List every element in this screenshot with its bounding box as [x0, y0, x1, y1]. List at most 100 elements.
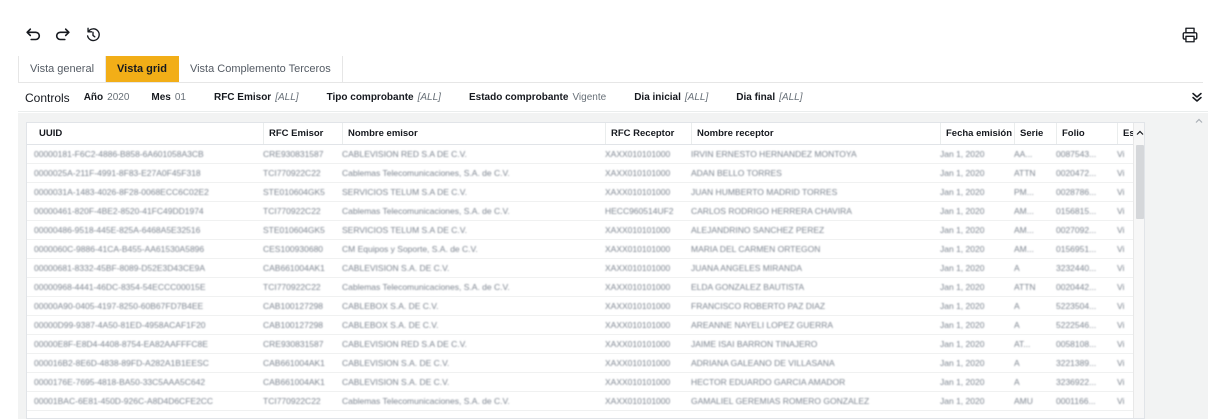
cell-uuid: 00001BAC-6E81-450D-926C-A8D4D6CFE2CC	[34, 396, 214, 406]
cell-rfc-receptor: XAXX010101000	[605, 282, 671, 292]
tab-vista-grid[interactable]: Vista grid	[106, 56, 179, 82]
column-header-nombre-receptor[interactable]: Nombre receptor	[691, 123, 937, 144]
cell-folio: 5222546...	[1056, 320, 1097, 330]
control-estado-comprobante[interactable]: Estado comprobante Vigente	[469, 92, 606, 103]
cell-rfc-receptor: XAXX010101000	[605, 263, 671, 273]
cell-nombre-emisor: CABLEVISION RED S.A DE C.V.	[342, 339, 467, 349]
control-value: 2020	[107, 92, 130, 103]
print-icon[interactable]	[1179, 24, 1201, 46]
cell-rfc-emisor: CAB661004AK1	[263, 358, 325, 368]
cell-nombre-receptor: CARLOS RODRIGO HERRERA CHAVIRA	[691, 206, 852, 216]
table-row[interactable]: 00000D99-9387-4A50-81ED-4958ACAF1F20 CAB1…	[27, 316, 1133, 335]
cell-nombre-receptor: JUANA ANGELES MIRANDA	[691, 263, 803, 273]
cell-serie: A	[1014, 377, 1020, 387]
scroll-up-icon[interactable]	[1136, 129, 1144, 137]
control-dia-inicial[interactable]: Dia inicial [ALL]	[634, 92, 708, 103]
cell-rfc-emisor: TCI770922C22	[263, 206, 321, 216]
cell-uuid: 00000968-4441-46DC-8354-54ECCC00015E	[34, 282, 206, 292]
cell-nombre-emisor: Cablemas Telecomunicaciones, S.A. de C.V…	[342, 168, 510, 178]
table-row[interactable]: 0000025A-211F-4991-8F83-E27A0F45F318 TCI7…	[27, 164, 1133, 183]
column-header-uuid[interactable]: UUID	[34, 123, 262, 144]
cell-rfc-receptor: XAXX010101000	[605, 149, 671, 159]
control-tipo-comprobante[interactable]: Tipo comprobante [ALL]	[327, 92, 441, 103]
table-row[interactable]: 00000968-4441-46DC-8354-54ECCC00015E TCI7…	[27, 278, 1133, 297]
scroll-up-icon[interactable]	[1195, 117, 1203, 125]
tab-vista-complemento-terceros[interactable]: Vista Complemento Terceros	[179, 56, 343, 82]
cell-serie: AM...	[1014, 225, 1034, 235]
cell-nombre-receptor: FRANCISCO ROBERTO PAZ DIAZ	[691, 301, 826, 311]
cell-serie: AT...	[1014, 339, 1031, 349]
cell-rfc-receptor: XAXX010101000	[605, 320, 671, 330]
column-header-rfc-receptor[interactable]: RFC Receptor	[605, 123, 687, 144]
column-header-rfc-emisor[interactable]: RFC Emisor	[263, 123, 340, 144]
control-mes[interactable]: Mes 01	[151, 92, 186, 103]
cell-folio: 0087543...	[1056, 149, 1097, 159]
table-row[interactable]: 00000181-F6C2-4886-B858-6A601058A3CB CRE9…	[27, 145, 1133, 164]
cell-nombre-emisor: Cablemas Telecomunicaciones, S.A. de C.V…	[342, 396, 510, 406]
cell-fecha-emision: Jan 1, 2020	[940, 263, 985, 273]
column-header-folio[interactable]: Folio	[1056, 123, 1116, 144]
cell-uuid: 0000060C-9886-41CA-B455-AA61530A5896	[34, 244, 205, 254]
control-ano[interactable]: Año 2020	[84, 92, 130, 103]
cell-fecha-emision: Jan 1, 2020	[940, 282, 985, 292]
cell-serie: A	[1014, 263, 1020, 273]
cell-rfc-emisor: CES100930680	[263, 244, 324, 254]
cell-serie: A	[1014, 358, 1020, 368]
cell-serie: AA...	[1014, 149, 1033, 159]
cell-nombre-receptor: MARIA DEL CARMEN ORTEGON	[691, 244, 821, 254]
cell-fecha-emision: Jan 1, 2020	[940, 377, 985, 387]
table-row[interactable]: 00000461-820F-4BE2-8520-41FC49DD1974 TCI7…	[27, 202, 1133, 221]
cell-nombre-receptor: GAMALIEL GEREMIAS ROMERO GONZALEZ	[691, 396, 870, 406]
table-row[interactable]: 0000176E-7695-4818-BA50-33C5AAA5C642 CAB6…	[27, 373, 1133, 392]
cell-rfc-emisor: STE010604GK5	[263, 225, 325, 235]
page-scrollbar[interactable]	[1193, 113, 1205, 419]
cell-folio: 3236922...	[1056, 377, 1097, 387]
control-label: Dia final	[736, 92, 776, 103]
reset-icon[interactable]	[82, 24, 104, 46]
cell-rfc-emisor: CRE930831587	[263, 149, 324, 159]
chevron-double-down-icon[interactable]	[1190, 90, 1204, 104]
grid-scrollbar[interactable]	[1133, 123, 1144, 418]
cell-uuid: 00000D99-9387-4A50-81ED-4958ACAF1F20	[34, 320, 206, 330]
control-label: Dia inicial	[634, 92, 681, 103]
control-label: Año	[83, 92, 104, 103]
cell-folio: 3232440...	[1056, 263, 1097, 273]
cell-rfc-emisor: TCI770922C22	[263, 282, 321, 292]
table-row[interactable]: 00000A90-0405-4197-8250-60B67FD7B4EE CAB1…	[27, 297, 1133, 316]
scrollbar-thumb[interactable]	[1136, 145, 1144, 219]
table-row[interactable]: 0000031A-1483-4026-8F28-0068ECC6C02E2 STE…	[27, 183, 1133, 202]
column-header-fecha-emision[interactable]: Fecha emisión	[940, 123, 1012, 144]
cell-folio: 0156815...	[1056, 206, 1097, 216]
redo-icon[interactable]	[52, 24, 74, 46]
cell-folio: 0020442...	[1056, 282, 1097, 292]
cell-rfc-emisor: STE010604GK5	[263, 187, 325, 197]
table-row[interactable]: 0000060C-9886-41CA-B455-AA61530A5896 CES1…	[27, 240, 1133, 259]
cell-fecha-emision: Jan 1, 2020	[940, 320, 985, 330]
cell-uuid: 00000461-820F-4BE2-8520-41FC49DD1974	[34, 206, 204, 216]
cell-rfc-emisor: CAB100127298	[263, 320, 324, 330]
table-row[interactable]: 00000486-9518-445E-825A-6468A5E32516 STE0…	[27, 221, 1133, 240]
table-row[interactable]: 000016B2-8E6D-4838-89FD-A282A1B1EESC CAB6…	[27, 354, 1133, 373]
column-header-serie[interactable]: Serie	[1014, 123, 1054, 144]
control-value: [ALL]	[684, 92, 709, 103]
cell-nombre-emisor: CABLEVISION S.A. DE C.V.	[342, 358, 450, 368]
cell-rfc-receptor: XAXX010101000	[605, 244, 671, 254]
cell-rfc-receptor: XAXX010101000	[605, 301, 671, 311]
cell-serie: ATTN	[1014, 168, 1036, 178]
cell-fecha-emision: Jan 1, 2020	[940, 358, 985, 368]
table-row[interactable]: 00000681-8332-45BF-8089-D52E3D43CE9A CAB6…	[27, 259, 1133, 278]
cell-folio: 5223504...	[1056, 301, 1097, 311]
table-row[interactable]: 00001BAC-6E81-450D-926C-A8D4D6CFE2CC TCI7…	[27, 392, 1133, 411]
column-header-nombre-emisor[interactable]: Nombre emisor	[342, 123, 602, 144]
grid-body: UUID RFC Emisor Nombre emisor RFC Recept…	[27, 123, 1135, 411]
cell-fecha-emision: Jan 1, 2020	[940, 396, 985, 406]
tab-vista-general[interactable]: Vista general	[18, 56, 107, 82]
control-rfc-emisor[interactable]: RFC Emisor [ALL]	[214, 92, 299, 103]
control-dia-final[interactable]: Dia final [ALL]	[736, 92, 802, 103]
cell-nombre-emisor: Cablemas Telecomunicaciones, S.A. de C.V…	[342, 282, 510, 292]
cell-nombre-receptor: ADAN BELLO TORRES	[691, 168, 782, 178]
control-label: Mes	[151, 92, 171, 103]
cell-rfc-receptor: XAXX010101000	[605, 377, 671, 387]
undo-icon[interactable]	[22, 24, 44, 46]
table-row[interactable]: 00000E8F-E8D4-4408-8754-EA82AAFFFC8E CRE9…	[27, 335, 1133, 354]
